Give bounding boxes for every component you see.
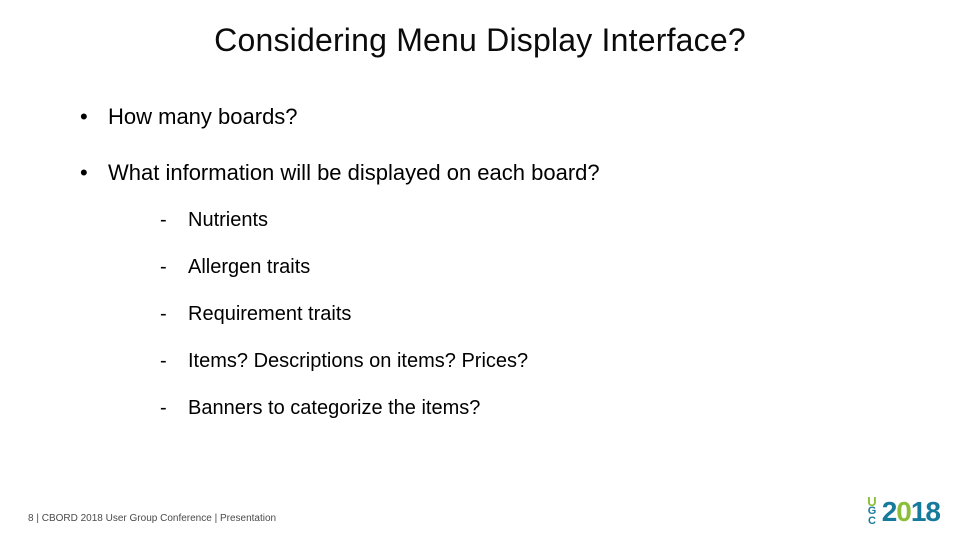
slide: Considering Menu Display Interface? How … (0, 0, 960, 540)
logo-year: 2018 (882, 496, 940, 528)
sub-bullet-text: Requirement traits (188, 303, 351, 325)
sub-bullet-text: Banners to categorize the items? (188, 397, 480, 419)
ugc-2018-logo: U G C 2018 (867, 496, 940, 528)
sub-bullet-text: Allergen traits (188, 256, 310, 278)
year-0: 0 (896, 496, 911, 527)
sub-bullet-item: Items? Descriptions on items? Prices? (160, 349, 904, 374)
bullet-text: How many boards? (108, 104, 298, 129)
sub-bullet-item: Requirement traits (160, 302, 904, 327)
footer-sep: | (34, 513, 42, 524)
ugc-monogram: U G C (867, 496, 876, 528)
footer-text: CBORD 2018 User Group Conference | Prese… (42, 513, 276, 524)
bullet-item: How many boards? (80, 103, 904, 131)
footer: 8 | CBORD 2018 User Group Conference | P… (28, 513, 276, 524)
sub-bullet-item: Nutrients (160, 208, 904, 233)
sub-bullet-item: Allergen traits (160, 255, 904, 280)
year-2: 2 (882, 496, 897, 527)
year-8: 8 (925, 496, 940, 527)
year-1: 1 (911, 496, 926, 527)
bullet-text: What information will be displayed on ea… (108, 160, 600, 185)
sub-bullet-list: Nutrients Allergen traits Requirement tr… (108, 208, 904, 421)
bullet-item: What information will be displayed on ea… (80, 159, 904, 422)
slide-title: Considering Menu Display Interface? (56, 22, 904, 59)
sub-bullet-text: Items? Descriptions on items? Prices? (188, 350, 528, 372)
ugc-c: C (868, 517, 876, 526)
bullet-list: How many boards? What information will b… (56, 103, 904, 421)
sub-bullet-text: Nutrients (188, 209, 268, 231)
sub-bullet-item: Banners to categorize the items? (160, 396, 904, 421)
